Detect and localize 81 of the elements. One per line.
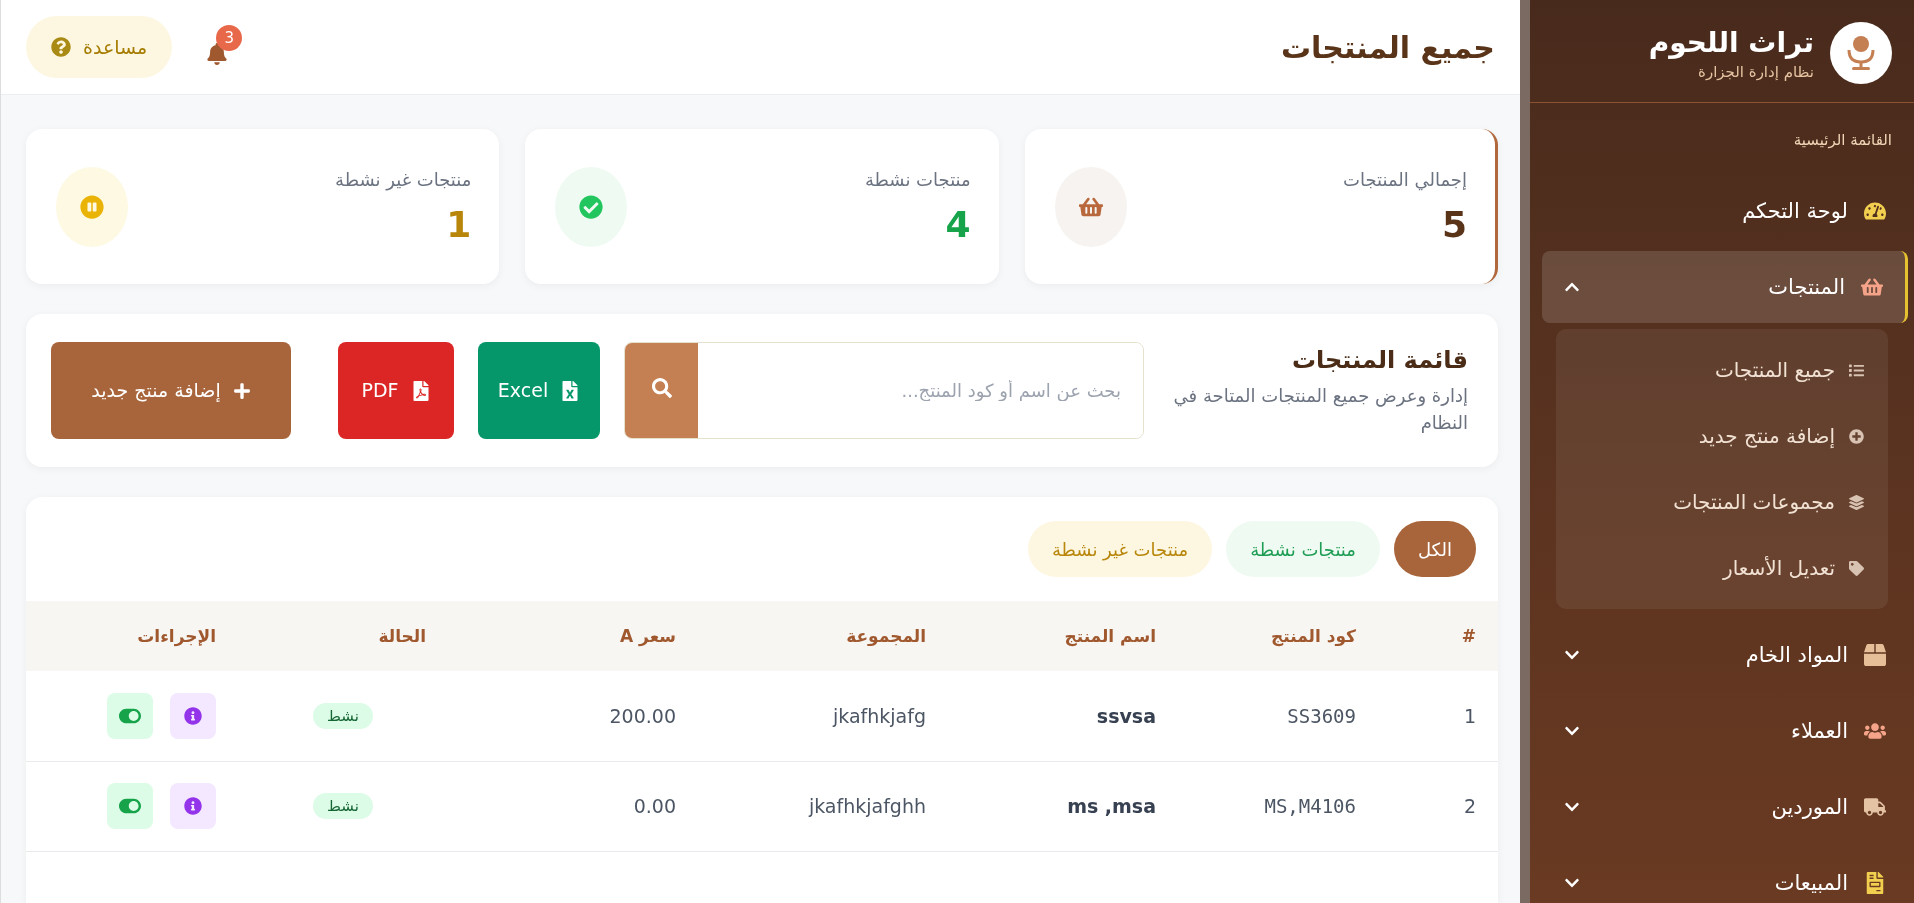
column-header: اسم المنتج [948,601,1178,671]
sidebar-item-label: المبيعات [1773,871,1848,895]
info-icon [184,706,202,725]
submenu-item-label: تعديل الأسعار [1723,556,1835,580]
stat-value: 4 [944,203,971,245]
tag-icon [1849,560,1864,576]
submenu-item-label: جميع المنتجات [1714,358,1835,382]
sidebar-item[interactable]: العملاء [1542,695,1908,767]
column-header: # [1378,601,1498,671]
filter-tab[interactable]: الكل [1393,521,1476,577]
sidebar-item[interactable]: المبيعات [1542,847,1908,903]
table-cell: jkafhkjafg [833,704,926,727]
submenu-item[interactable]: جميع المنتجات [1556,337,1888,403]
stat-value: 1 [445,203,472,245]
layers-icon [1849,494,1864,510]
column-header: الإجراءات [26,601,238,671]
users-icon [1864,720,1886,742]
table-cell: SS3609 [1287,704,1356,727]
help-icon [51,37,71,57]
document-icon [1864,872,1886,894]
column-header: المجموعة [698,601,948,671]
submenu-item[interactable]: إضافة منتج جديد [1556,403,1888,469]
toggle-button[interactable] [107,783,153,829]
pdf-button[interactable]: PDF [338,342,454,439]
table-cell: ms ,msa [1067,795,1156,817]
submenu-item-label: مجموعات المنتجات [1673,490,1835,514]
stat-label: إجمالي المنتجات [1342,168,1467,190]
sidebar-item-label: العملاء [1790,719,1848,743]
brand-subtitle: نظام إدارة الجزارة [1697,62,1814,81]
sidebar-item[interactable]: المواد الخام [1542,619,1908,691]
column-header: الحالة [238,601,448,671]
basket-icon [1861,276,1883,298]
page-title: جميع المنتجات [1280,29,1495,65]
table-cell: 2 [1463,795,1476,817]
column-header: كود المنتج [1178,601,1378,671]
notification-count: 3 [216,25,243,51]
dashboard-icon [1864,200,1886,222]
spreadsheet-file-icon [560,380,581,401]
info-button[interactable] [170,692,216,739]
section-title: قائمة المنتجات [1290,345,1468,374]
brand-title: تراث اللحوم [1648,25,1814,59]
submenu-item[interactable]: مجموعات المنتجات [1556,469,1888,535]
truck-icon [1864,796,1886,818]
excel-button[interactable]: Excel [478,342,600,439]
stat-value: 5 [1440,203,1467,245]
list-icon [1849,362,1864,378]
table-cell: jkafhkjafghh [808,795,926,817]
column-header: سعر A [448,601,698,671]
section-subtitle: إدارة وعرض جميع المنتجات المتاحة في النظام [1172,383,1468,435]
sidebar-item-label: لوحة التحكم [1741,199,1848,223]
menu-section-label: القائمة الرئيسية [1792,130,1893,151]
check-icon [579,194,604,219]
table-cell: 200.00 [609,704,676,727]
submenu-item[interactable]: تعديل الأسعار [1556,535,1888,601]
add-product-button[interactable]: إضافة منتج جديد [51,342,291,439]
sidebar-item[interactable]: الموردين [1542,771,1908,843]
bell-icon [206,43,229,65]
table-cell: MS,M4106 [1264,795,1356,817]
sidebar-item-label: المواد الخام [1744,643,1848,667]
pause-icon [80,194,104,219]
table-cell: 0.00 [633,795,676,817]
stat-label: منتجات غير نشطة [335,168,472,190]
search-button[interactable] [625,343,698,438]
status-badge: نشط [313,702,373,729]
info-button[interactable] [170,783,216,829]
sidebar-item-label: الموردين [1770,795,1848,819]
status-badge: نشط [313,793,373,819]
info-icon [184,797,202,815]
table-cell: ssvsa [1096,704,1156,727]
sidebar-item-label: المنتجات [1767,275,1845,299]
sidebar-item[interactable]: المنتجات [1542,251,1908,323]
sidebar-item[interactable]: لوحة التحكم [1542,175,1908,247]
stat-label: منتجات نشطة [864,168,971,190]
submenu-item-label: إضافة منتج جديد [1698,424,1835,448]
plus-icon [232,381,251,400]
box-icon [1864,644,1886,666]
table-cell: 1 [1463,704,1476,727]
help-button[interactable]: مساعدة [26,16,173,78]
search-icon [651,378,672,398]
plus-icon [1849,428,1864,444]
toggle-button[interactable] [107,692,153,739]
